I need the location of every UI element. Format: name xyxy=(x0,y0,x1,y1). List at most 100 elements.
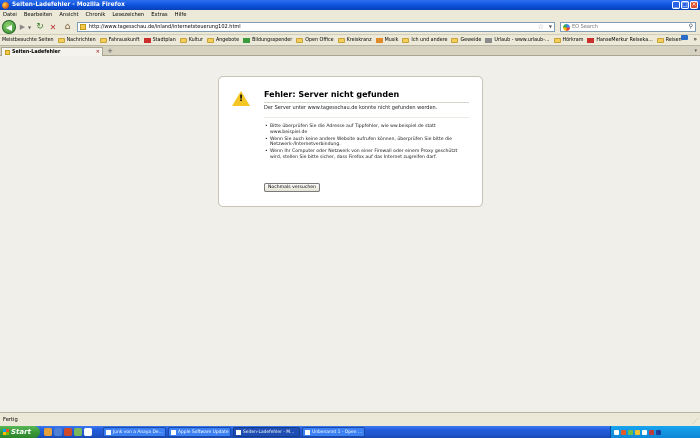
folder-icon xyxy=(553,37,561,43)
url-input[interactable] xyxy=(89,24,529,30)
site-icon xyxy=(243,37,251,43)
quicklaunch-app-icon[interactable] xyxy=(84,428,92,436)
bookmark-item[interactable]: Kreiskranz xyxy=(337,37,372,43)
bookmark-item[interactable]: Ich und andere xyxy=(402,37,448,43)
error-title: Fehler: Server nicht gefunden xyxy=(264,90,400,99)
taskbar-item[interactable]: Unbenannt 1 - Open ... xyxy=(302,427,365,437)
quicklaunch-media-icon[interactable] xyxy=(64,428,72,436)
tab-bar: Seiten-Ladefehler × + ▾ xyxy=(0,45,700,57)
bookmark-item[interactable]: Angebote xyxy=(206,37,239,43)
list-tabs-icon[interactable]: ▾ xyxy=(694,48,697,54)
bookmark-item[interactable]: Urlaub - www.urlaub-... xyxy=(485,37,550,43)
menu-extras[interactable]: Extras xyxy=(151,12,167,18)
search-engine-icon[interactable] xyxy=(563,23,570,31)
maximize-button[interactable]: □ xyxy=(681,1,689,9)
site-icon xyxy=(375,37,383,43)
url-dropdown-icon[interactable]: ▼ xyxy=(549,24,552,29)
taskbar-item-active[interactable]: Seiten-Ladefehler - M... xyxy=(233,427,300,437)
back-button[interactable]: ◀ xyxy=(2,20,16,34)
error-description: Der Server unter www.tagesschau.de konnt… xyxy=(264,105,438,111)
windows-logo-icon xyxy=(3,429,9,435)
folder-icon xyxy=(296,37,304,43)
bookmarks-overflow-icon[interactable]: » xyxy=(693,36,697,43)
bookmark-item[interactable]: Kultur xyxy=(179,37,203,43)
bookmark-label: Reisen xyxy=(665,37,682,43)
tray-icon[interactable] xyxy=(656,429,661,435)
bookmark-item[interactable]: Musik xyxy=(375,37,399,43)
close-tab-icon[interactable]: × xyxy=(96,49,100,55)
tray-icon[interactable] xyxy=(635,429,640,435)
divider xyxy=(264,117,469,118)
tab-label: Seiten-Ladefehler xyxy=(12,50,61,55)
new-tab-button[interactable]: + xyxy=(106,48,114,56)
home-button[interactable]: ⌂ xyxy=(62,22,73,32)
bookmark-label: Musik xyxy=(384,37,399,43)
error-suggestions: Bitte überprüfen Sie die Adresse auf Tip… xyxy=(264,124,464,162)
taskbar-item-label: Junk von a Anaya De... xyxy=(113,429,163,435)
bookmark-item[interactable]: HanseMerkur Reiseka... xyxy=(587,37,653,43)
menu-chronik[interactable]: Chronik xyxy=(86,12,106,18)
bookmark-label: Urlaub - www.urlaub-... xyxy=(494,37,550,43)
taskbar: Start Junk von a Anaya De... Apple Softw… xyxy=(0,426,700,438)
taskbar-item[interactable]: Junk von a Anaya De... xyxy=(103,427,166,437)
bookmark-label: Kultur xyxy=(188,37,203,43)
app-icon xyxy=(305,429,310,435)
folder-icon xyxy=(402,37,410,43)
navigation-toolbar: ◀ ▶ ▼ ↻ ✕ ⌂ ☆ ▼ ⚲ xyxy=(0,19,700,35)
bookmark-item[interactable]: Fahrauskunft xyxy=(99,37,140,43)
history-dropdown-icon[interactable]: ▼ xyxy=(27,23,32,31)
site-icon xyxy=(485,37,493,43)
menu-hilfe[interactable]: Hilfe xyxy=(175,12,187,18)
bookmark-item[interactable]: Bildungsspender xyxy=(243,37,293,43)
resize-grip-icon[interactable]: ⋰ xyxy=(692,418,698,425)
search-input[interactable] xyxy=(572,24,682,30)
bookmark-label: Bildungsspender xyxy=(252,37,293,43)
tray-icon[interactable] xyxy=(621,429,626,435)
search-bar[interactable]: ⚲ xyxy=(560,22,696,32)
error-box: Fehler: Server nicht gefunden Der Server… xyxy=(218,76,483,207)
suggestion-item: Bitte überprüfen Sie die Adresse auf Tip… xyxy=(264,124,464,136)
bookmark-item[interactable]: Reisen xyxy=(656,37,682,43)
stop-button[interactable]: ✕ xyxy=(48,22,58,32)
menu-ansicht[interactable]: Ansicht xyxy=(59,12,78,18)
menu-lesezeichen[interactable]: Lesezeichen xyxy=(112,12,144,18)
bookmark-item[interactable]: Meistbesuchte Seiten xyxy=(2,35,688,43)
bookmark-label: Ich und andere xyxy=(411,37,448,43)
bookmark-label: HanseMerkur Reiseka... xyxy=(596,37,653,43)
folder-icon xyxy=(206,37,214,43)
tray-icon[interactable] xyxy=(628,429,633,435)
bookmark-item[interactable]: Stadtplan xyxy=(143,37,176,43)
taskbar-item-label: Unbenannt 1 - Open ... xyxy=(312,429,363,435)
bookmark-item[interactable]: Nachrichten xyxy=(57,37,96,43)
taskbar-item-label: Apple Software Update xyxy=(178,429,229,435)
bookmark-label: Stadtplan xyxy=(152,37,176,43)
retry-button[interactable]: Nochmals versuchen xyxy=(264,183,321,192)
folder-icon xyxy=(179,37,187,43)
tray-icon[interactable] xyxy=(614,429,619,435)
bookmark-item[interactable]: Open Office xyxy=(296,37,334,43)
bookmark-item[interactable]: Geweide xyxy=(451,37,481,43)
minimize-button[interactable]: _ xyxy=(672,1,680,9)
page-content: Fehler: Server nicht gefunden Der Server… xyxy=(0,56,700,412)
quicklaunch-ie-icon[interactable] xyxy=(54,428,62,436)
search-icon[interactable]: ⚲ xyxy=(689,23,693,30)
start-button[interactable]: Start xyxy=(0,426,40,438)
window-controls: _ □ × xyxy=(672,1,698,9)
url-bar[interactable]: ☆ ▼ xyxy=(77,22,555,32)
tray-icon[interactable] xyxy=(642,429,647,435)
quicklaunch-desktop-icon[interactable] xyxy=(74,428,82,436)
bookmark-label: Fahrauskunft xyxy=(108,37,140,43)
close-window-button[interactable]: × xyxy=(690,1,698,9)
reload-button[interactable]: ↻ xyxy=(35,22,45,32)
folder-icon xyxy=(337,37,345,43)
bookmark-item[interactable]: Hörkram xyxy=(553,37,583,43)
folder-icon xyxy=(99,37,107,43)
quicklaunch-firefox-icon[interactable] xyxy=(44,428,52,436)
taskbar-item-label: Seiten-Ladefehler - M... xyxy=(243,429,295,435)
tray-icon[interactable] xyxy=(649,429,654,435)
menu-datei[interactable]: Datei xyxy=(3,12,17,18)
site-icon xyxy=(143,37,151,43)
bookmark-star-icon[interactable]: ☆ xyxy=(538,23,544,31)
taskbar-item[interactable]: Apple Software Update xyxy=(168,427,231,437)
menu-bearbeiten[interactable]: Bearbeiten xyxy=(24,12,53,18)
